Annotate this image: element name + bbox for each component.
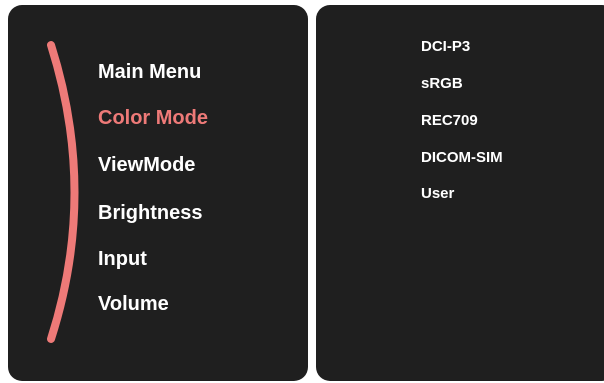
- submenu-item-srgb[interactable]: sRGB: [421, 75, 463, 92]
- submenu-item-rec709[interactable]: REC709: [421, 112, 478, 129]
- submenu-item-dicom-sim[interactable]: DICOM-SIM: [421, 149, 503, 166]
- menu-item-viewmode[interactable]: ViewMode: [98, 154, 195, 177]
- color-mode-submenu-panel: DCI-P3 sRGB REC709 DICOM-SIM User: [316, 5, 604, 381]
- main-menu-title: Main Menu: [98, 61, 202, 83]
- menu-item-volume[interactable]: Volume: [98, 293, 169, 316]
- menu-item-color-mode[interactable]: Color Mode: [98, 107, 208, 130]
- main-menu-panel: Main Menu Color Mode ViewMode Brightness…: [8, 5, 308, 381]
- submenu-item-dci-p3[interactable]: DCI-P3: [421, 38, 470, 55]
- submenu-item-user[interactable]: User: [421, 185, 454, 202]
- menu-item-brightness[interactable]: Brightness: [98, 202, 202, 225]
- menu-arc-indicator: [47, 41, 79, 343]
- menu-item-input[interactable]: Input: [98, 248, 147, 271]
